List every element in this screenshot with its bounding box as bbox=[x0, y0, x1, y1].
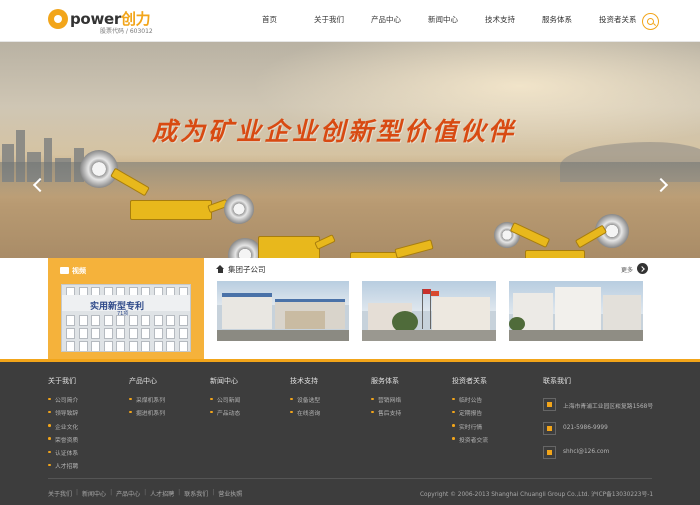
logo-mark-icon bbox=[48, 9, 68, 29]
footer-col-service: 服务体系 营销网络 售后支持 bbox=[371, 377, 402, 418]
footer-col-news: 新闻中心 公司新闻 产品动态 bbox=[210, 377, 241, 418]
footer-link[interactable]: 临时公告 bbox=[452, 395, 488, 404]
footer-col-about: 关于我们 公司简介 领导致辞 企业文化 荣誉资质 认证体系 人才招聘 bbox=[48, 377, 79, 471]
more-link[interactable]: 更多 bbox=[621, 265, 633, 274]
footer-link[interactable]: 投资者交流 bbox=[452, 435, 488, 444]
footer-link[interactable]: 实时行情 bbox=[452, 422, 488, 431]
bottom-link[interactable]: 新闻中心 bbox=[82, 489, 106, 498]
location-icon bbox=[543, 398, 556, 411]
stock-code: 股票代码 / 603012 bbox=[100, 28, 153, 35]
main-nav: 首页 关于我们 产品中心 新闻中心 技术支持 服务体系 投资者关系 bbox=[262, 14, 664, 25]
footer-link[interactable]: 设备选型 bbox=[290, 395, 320, 404]
banner-slogan: 成为矿业企业创新型价值伙伴 bbox=[152, 117, 517, 146]
nav-about[interactable]: 关于我们 bbox=[314, 14, 344, 25]
footer-link[interactable]: 营销网络 bbox=[371, 395, 401, 404]
shearer-machine bbox=[130, 200, 212, 220]
video-icon bbox=[60, 267, 69, 274]
phone-icon bbox=[543, 422, 556, 435]
video-panel-title: 视频 bbox=[60, 266, 86, 276]
site-header: power创力 股票代码 / 603012 首页 关于我们 产品中心 新闻中心 … bbox=[0, 0, 700, 42]
more-arrow-icon[interactable] bbox=[637, 263, 648, 274]
footer-link[interactable]: 荣誉资质 bbox=[48, 435, 78, 444]
contact-title: 联系我们 bbox=[543, 377, 571, 385]
nav-products[interactable]: 产品中心 bbox=[371, 14, 401, 25]
nav-news[interactable]: 新闻中心 bbox=[428, 14, 458, 25]
bottom-link[interactable]: 营业执照 bbox=[218, 489, 242, 498]
video-panel: 视频 实用新型专利 71项 bbox=[48, 258, 204, 359]
footer-link[interactable]: 产品动态 bbox=[210, 408, 240, 417]
shearer-drum-icon bbox=[80, 150, 118, 188]
bottom-link[interactable]: 联系我们 bbox=[184, 489, 208, 498]
footer-link[interactable]: 认证体系 bbox=[48, 448, 78, 457]
company-photo-1[interactable] bbox=[217, 281, 349, 341]
footer-col-products: 产品中心 采煤机系列 掘进机系列 bbox=[129, 377, 165, 418]
footer-link[interactable]: 企业文化 bbox=[48, 422, 78, 431]
company-photo-2[interactable] bbox=[362, 281, 496, 341]
footer-link[interactable]: 公司新闻 bbox=[210, 395, 240, 404]
roadheader-machine bbox=[350, 252, 400, 258]
footer-link[interactable]: 采煤机系列 bbox=[129, 395, 165, 404]
home-icon bbox=[216, 265, 225, 273]
group-companies-header: 集团子公司 更多 bbox=[216, 263, 648, 277]
footer-contact: 联系我们 上海市青浦工业园区崧复路1568号 021-5986-9999 shh… bbox=[543, 376, 653, 467]
footer-col-investors: 投资者关系 临时公告 定期报告 实时行情 投资者交流 bbox=[452, 377, 488, 444]
nav-home[interactable]: 首页 bbox=[262, 14, 277, 25]
footer-link[interactable]: 公司简介 bbox=[48, 395, 78, 404]
hero-banner[interactable]: 成为矿业企业创新型价值伙伴 bbox=[0, 42, 700, 258]
footer-link[interactable]: 领导致辞 bbox=[48, 408, 78, 417]
group-companies-title: 集团子公司 bbox=[228, 265, 266, 274]
copyright-text: Copyright © 2006-2013 Shanghai Chuangli … bbox=[420, 492, 654, 498]
shearer-machine-3 bbox=[525, 250, 585, 258]
footer-link[interactable]: 掘进机系列 bbox=[129, 408, 165, 417]
contact-address: 上海市青浦工业园区崧复路1568号 bbox=[563, 404, 654, 410]
company-logo[interactable]: power创力 股票代码 / 603012 bbox=[48, 7, 158, 35]
site-footer: 关于我们 公司简介 领导致辞 企业文化 荣誉资质 认证体系 人才招聘 产品中心 … bbox=[0, 362, 700, 505]
footer-link[interactable]: 售后支持 bbox=[371, 408, 401, 417]
company-photo-3[interactable] bbox=[509, 281, 643, 341]
video-thumbnail[interactable]: 实用新型专利 71项 bbox=[61, 284, 191, 352]
bottom-link[interactable]: 人才招聘 bbox=[150, 489, 174, 498]
email-icon bbox=[543, 446, 556, 459]
nav-service[interactable]: 服务体系 bbox=[542, 14, 572, 25]
nav-support[interactable]: 技术支持 bbox=[485, 14, 515, 25]
footer-link[interactable]: 在线咨询 bbox=[290, 408, 320, 417]
contact-phone: 021-5986-9999 bbox=[563, 425, 608, 431]
footer-bottom-links: 关于我们 | 新闻中心 | 产品中心 | 人才招聘 | 联系我们 | 营业执照 bbox=[48, 489, 243, 498]
contact-email[interactable]: shhcl@126.com bbox=[563, 449, 609, 455]
nav-investors[interactable]: 投资者关系 bbox=[599, 14, 637, 25]
footer-col-support: 技术支持 设备选型 在线咨询 bbox=[290, 377, 321, 418]
bottom-link[interactable]: 关于我们 bbox=[48, 489, 72, 498]
footer-link[interactable]: 定期报告 bbox=[452, 408, 488, 417]
bottom-link[interactable]: 产品中心 bbox=[116, 489, 140, 498]
search-icon[interactable] bbox=[642, 13, 659, 30]
footer-link[interactable]: 人才招聘 bbox=[48, 461, 78, 470]
shearer-machine-2 bbox=[258, 236, 320, 258]
